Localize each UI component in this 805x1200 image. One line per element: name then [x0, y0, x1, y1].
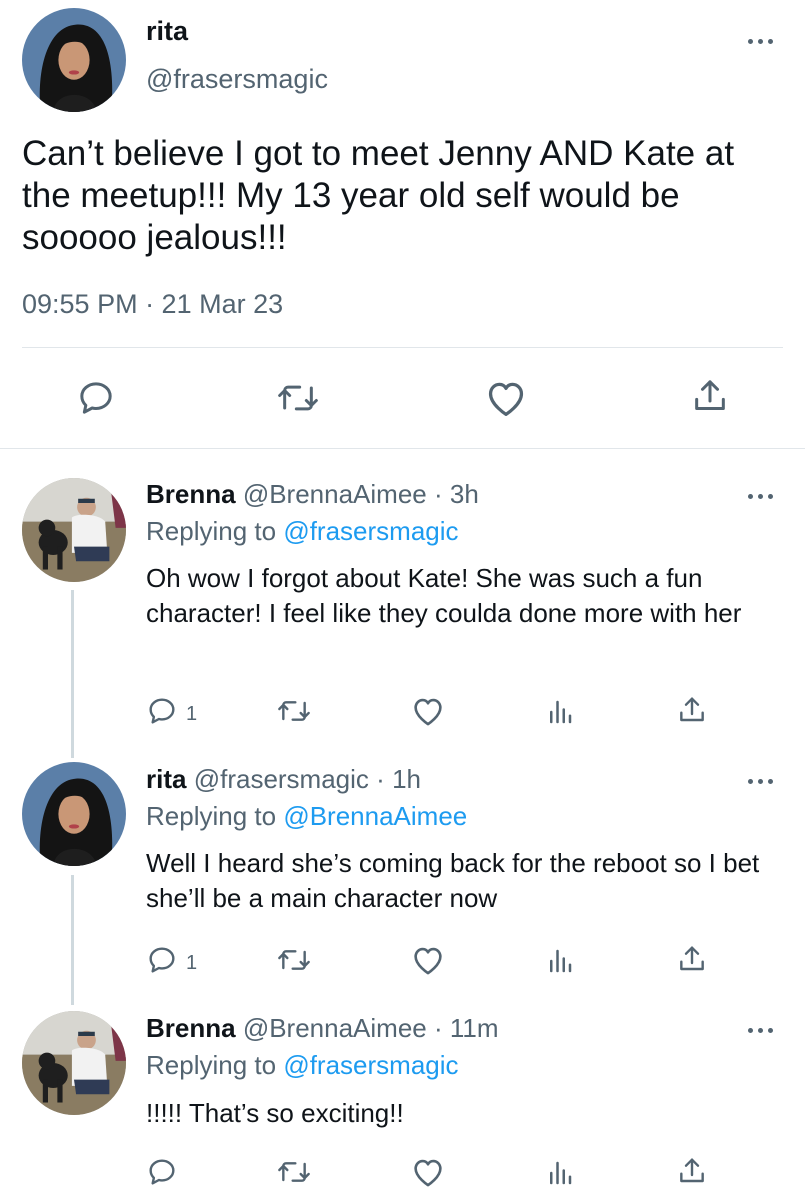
analytics-icon[interactable]: [544, 1158, 576, 1188]
like-icon[interactable]: [410, 695, 446, 727]
reply-icon[interactable]: [146, 695, 178, 727]
reply-icon[interactable]: [76, 378, 116, 418]
separator: ·: [433, 1013, 443, 1043]
reply-icon[interactable]: [146, 944, 178, 976]
share-icon[interactable]: [690, 376, 730, 416]
divider: [22, 347, 783, 348]
like-icon[interactable]: [484, 378, 528, 418]
replying-to-mention[interactable]: @frasersmagic: [283, 516, 458, 546]
avatar[interactable]: [22, 762, 126, 866]
display-name[interactable]: Brenna: [146, 479, 236, 509]
retweet-icon[interactable]: [276, 695, 312, 727]
display-name[interactable]: Brenna: [146, 1013, 236, 1043]
retweet-icon[interactable]: [276, 944, 312, 976]
reply-icon[interactable]: [146, 1156, 178, 1188]
handle[interactable]: @BrennaAimee: [243, 1013, 427, 1043]
more-options-icon[interactable]: [748, 1025, 780, 1035]
avatar[interactable]: [22, 8, 126, 112]
more-options-icon[interactable]: [748, 36, 780, 46]
reply-count: 1: [186, 703, 198, 725]
retweet-icon[interactable]: [276, 378, 320, 418]
reply-count: 1: [186, 952, 198, 974]
thread-line: [71, 590, 74, 758]
analytics-icon[interactable]: [544, 697, 576, 727]
share-icon[interactable]: [676, 1155, 708, 1187]
reply-text: !!!!! That’s so exciting!!: [146, 1098, 404, 1128]
separator: ·: [433, 479, 443, 509]
tweet-text: Can’t believe I got to meet Jenny AND Ka…: [22, 134, 735, 257]
handle[interactable]: @frasersmagic: [146, 62, 328, 96]
share-icon[interactable]: [676, 943, 708, 975]
handle[interactable]: @frasersmagic: [194, 764, 369, 794]
relative-time[interactable]: 3h: [450, 479, 479, 509]
more-options-icon[interactable]: [748, 491, 780, 501]
relative-time[interactable]: 1h: [392, 764, 421, 794]
share-icon[interactable]: [676, 694, 708, 726]
display-name[interactable]: rita: [146, 764, 186, 794]
reply-text: Oh wow I forgot about Kate! She was such…: [146, 563, 742, 628]
replying-to-mention[interactable]: @frasersmagic: [283, 1050, 458, 1080]
thread-line: [71, 875, 74, 1005]
replying-to-label: Replying to: [146, 1050, 277, 1080]
divider: [0, 448, 805, 449]
replying-to-label: Replying to: [146, 801, 277, 831]
relative-time[interactable]: 11m: [450, 1013, 499, 1043]
analytics-icon[interactable]: [544, 946, 576, 976]
separator: ·: [376, 764, 385, 794]
avatar[interactable]: [22, 478, 126, 582]
retweet-icon[interactable]: [276, 1156, 312, 1188]
replying-to-mention[interactable]: @BrennaAimee: [283, 801, 467, 831]
more-options-icon[interactable]: [748, 776, 780, 786]
replying-to-label: Replying to: [146, 516, 277, 546]
like-icon[interactable]: [410, 944, 446, 976]
reply-text: Well I heard she’s coming back for the r…: [146, 848, 760, 913]
timestamp[interactable]: 09:55 PM · 21 Mar 23: [22, 287, 283, 321]
avatar[interactable]: [22, 1011, 126, 1115]
like-icon[interactable]: [410, 1156, 446, 1188]
handle[interactable]: @BrennaAimee: [243, 479, 427, 509]
display-name[interactable]: rita: [146, 14, 188, 48]
